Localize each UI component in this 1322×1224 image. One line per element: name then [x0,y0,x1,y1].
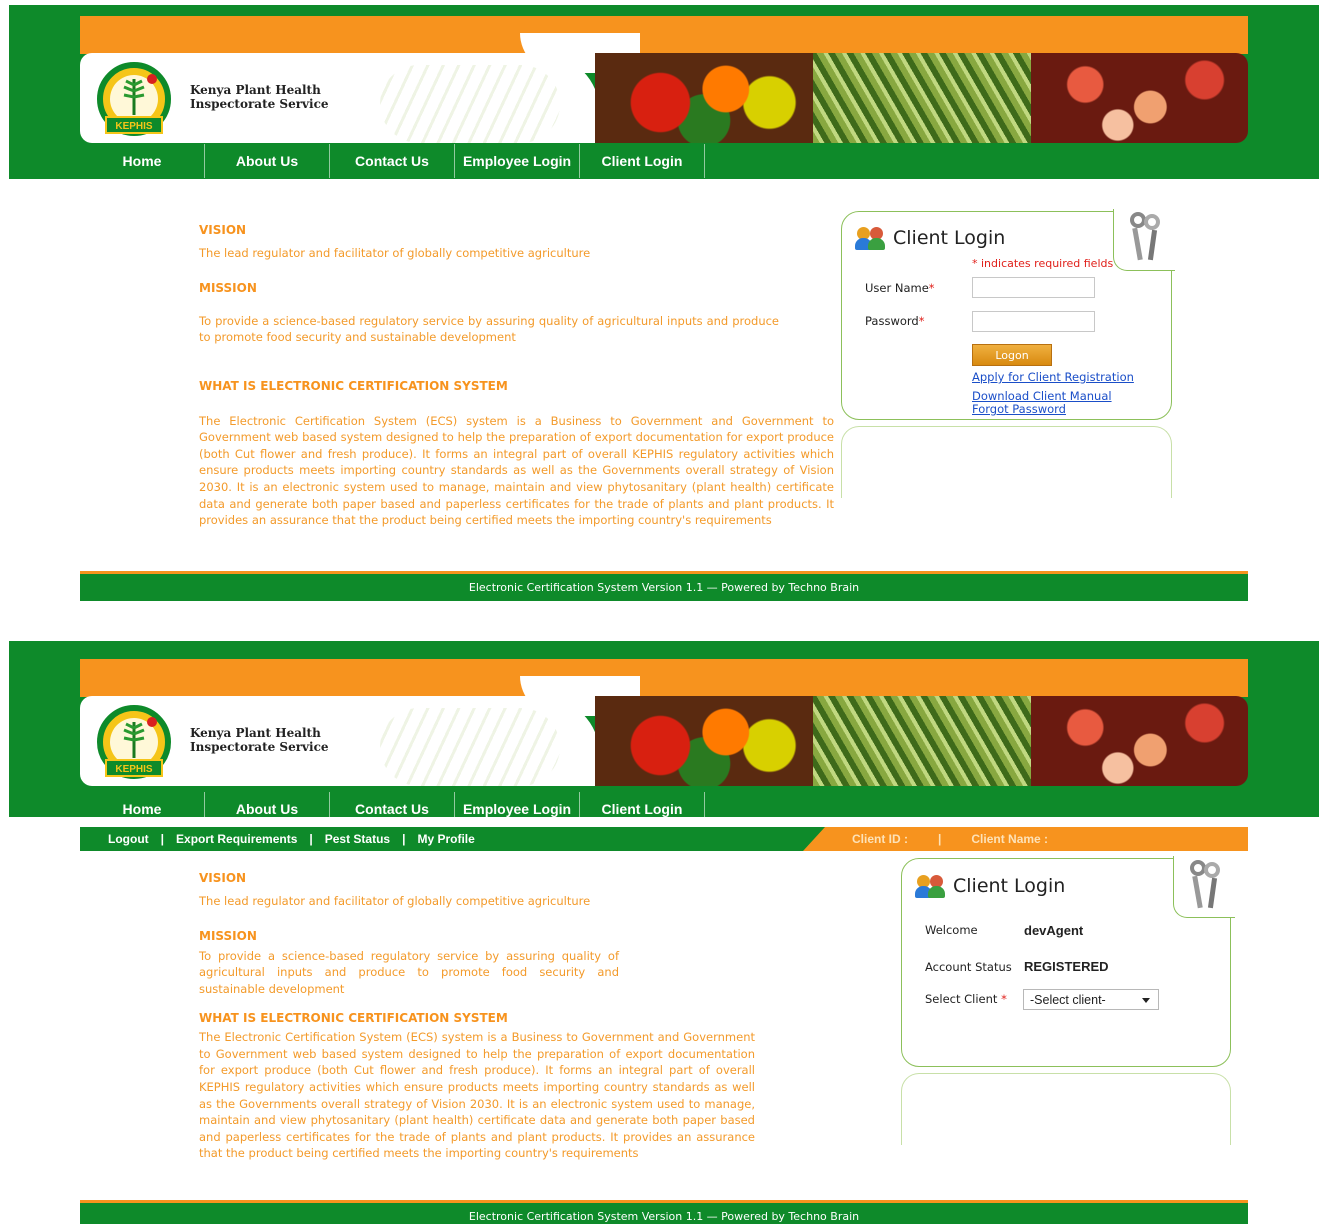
banner-vegetables [595,53,813,143]
banner-vegetables [595,696,813,786]
ecs-text: The Electronic Certification System (ECS… [199,413,834,528]
brand-name: Kenya Plant Health Inspectorate Service [190,83,329,111]
account-status-label: Account Status [925,960,1012,974]
separator: | [309,832,313,846]
vision-text: The lead regulator and facilitator of gl… [199,893,591,908]
nav-client-login[interactable]: Client Login [580,792,705,826]
svg-text:KEPHIS: KEPHIS [115,121,153,132]
mission-text: To provide a science-based regulatory se… [199,948,619,996]
info-content: VISION The lead regulator and facilitato… [199,870,755,1162]
brand-line-1: Kenya Plant Health [190,726,321,740]
footer: Electronic Certification System Version … [80,571,1248,601]
header-orange-strip [80,659,1248,697]
brand-line-2: Inspectorate Service [190,97,329,111]
separator: | [938,832,942,846]
client-subnav: Logout | Export Requirements | Pest Stat… [80,827,1248,851]
brand-line-2: Inspectorate Service [190,740,329,754]
nav-contact-us[interactable]: Contact Us [330,144,455,178]
pest-status-link[interactable]: Pest Status [325,832,390,846]
header-banner-photos [595,696,1248,786]
keys-icon [1126,212,1164,262]
download-manual-link[interactable]: Download Client Manual [972,389,1112,403]
password-input[interactable] [972,311,1095,332]
select-client-label: Select Client * [925,992,1007,1006]
separator: | [402,832,406,846]
vision-heading: VISION [199,871,247,885]
username-input[interactable] [972,277,1095,298]
header-brand-area: KEPHIS Kenya Plant Health Inspectorate S… [80,33,640,143]
screen-logged-in: KEPHIS Kenya Plant Health Inspectorate S… [0,641,1322,1224]
banner-flowers [1031,53,1248,143]
client-id-label: Client ID : [852,832,908,846]
kephis-logo: KEPHIS [97,705,171,779]
nav-about-us[interactable]: About Us [205,792,330,826]
main-nav: Home About Us Contact Us Employee Login … [80,792,705,826]
brand-name: Kenya Plant Health Inspectorate Service [190,726,329,754]
mission-heading: MISSION [199,929,257,944]
banner-wheat [813,696,1031,786]
ecs-heading: WHAT IS ELECTRONIC CERTIFICATION SYSTEM [199,378,508,393]
required-note: * indicates required fields [972,257,1114,270]
kephis-logo: KEPHIS [97,62,171,136]
footer-text: Electronic Certification System Version … [468,581,860,594]
banner-flowers [1031,696,1248,786]
client-info: Client ID : | Client Name : [852,827,1048,851]
forgot-password-link[interactable]: Forgot Password [972,402,1066,416]
separator: | [160,832,165,846]
my-profile-link[interactable]: My Profile [417,832,474,846]
mission-text: To provide a science-based regulatory se… [199,313,779,345]
wheat-decoration [380,708,560,786]
chevron-down-icon [1142,998,1150,1003]
side-panel-lower [901,1073,1231,1145]
svg-text:KEPHIS: KEPHIS [115,764,153,775]
header-orange-strip [80,16,1248,54]
header-banner-photos [595,53,1248,143]
ecs-heading: WHAT IS ELECTRONIC CERTIFICATION SYSTEM [199,1010,508,1025]
nav-client-login[interactable]: Client Login [580,144,705,178]
welcome-label: Welcome [925,923,978,937]
main-nav: Home About Us Contact Us Employee Login … [80,144,705,178]
nav-about-us[interactable]: About Us [205,144,330,178]
ecs-text: The Electronic Certification System (ECS… [199,1030,755,1161]
nav-contact-us[interactable]: Contact Us [330,792,455,826]
vision-text: The lead regulator and facilitator of gl… [199,245,591,260]
screen-login: KEPHIS Kenya Plant Health Inspectorate S… [0,0,1322,602]
nav-home[interactable]: Home [80,792,205,826]
wheat-decoration [380,65,560,143]
logon-button[interactable]: Logon [972,344,1052,366]
welcome-username: devAgent [1024,923,1084,938]
account-status-value: REGISTERED [1024,959,1109,974]
logout-link[interactable]: Logout [108,832,149,846]
banner-wheat [813,53,1031,143]
mission-heading: MISSION [199,281,257,296]
header-brand-area: KEPHIS Kenya Plant Health Inspectorate S… [80,676,640,786]
nav-employee-login[interactable]: Employee Login [455,144,580,178]
subnav-links: Logout | Export Requirements | Pest Stat… [108,827,475,851]
export-requirements-link[interactable]: Export Requirements [176,832,297,846]
password-label: Password* [865,314,925,328]
footer-text: Electronic Certification System Version … [468,1210,860,1223]
info-content: VISION The lead regulator and facilitato… [199,222,834,529]
client-login-title: Client Login [855,225,1005,251]
keys-icon [1186,860,1224,910]
users-icon [915,873,947,899]
vision-heading: VISION [199,223,247,237]
select-client-dropdown[interactable]: -Select client- [1023,989,1159,1010]
footer: Electronic Certification System Version … [80,1200,1248,1224]
username-label: User Name* [865,281,935,295]
brand-line-1: Kenya Plant Health [190,83,321,97]
client-name-label: Client Name : [971,832,1049,846]
side-panel-lower [841,426,1172,498]
welcome-panel-title: Client Login [915,873,1065,899]
nav-home[interactable]: Home [80,144,205,178]
apply-registration-link[interactable]: Apply for Client Registration [972,370,1134,384]
users-icon [855,225,887,251]
nav-employee-login[interactable]: Employee Login [455,792,580,826]
